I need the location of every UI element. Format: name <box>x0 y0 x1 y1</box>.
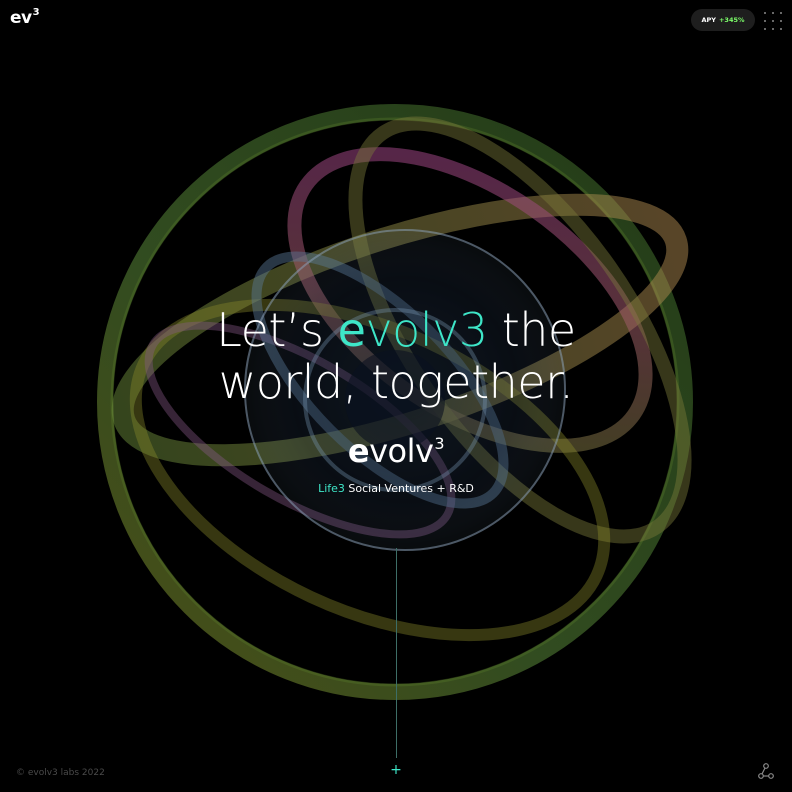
wordmark-bold: e <box>347 432 370 470</box>
grid-dots-icon[interactable] <box>764 12 782 30</box>
apy-badge[interactable]: APY +345% <box>691 9 755 31</box>
headline-line-2: world, together. <box>218 355 574 409</box>
headline-text-2: the <box>487 303 577 357</box>
headline-brand-first: e <box>337 303 366 357</box>
evolv3-wordmark: evolv3 <box>0 432 792 470</box>
menu-dot <box>772 20 774 22</box>
expand-plus-button[interactable]: + <box>389 763 403 777</box>
menu-dot <box>772 12 774 14</box>
apy-value: +345% <box>718 16 745 24</box>
tagline-accent: Life3 <box>318 482 345 495</box>
headline-brand-rest: volv3 <box>365 303 488 357</box>
apy-label: APY <box>701 16 716 24</box>
menu-dot <box>780 12 782 14</box>
site-logo[interactable]: ev3 <box>10 7 40 28</box>
menu-dot <box>772 28 774 30</box>
menu-dot <box>764 12 766 14</box>
logo-superscript: 3 <box>32 7 40 18</box>
scroll-line <box>396 548 397 758</box>
menu-dot <box>780 20 782 22</box>
menu-dot <box>764 28 766 30</box>
logo-text: ev <box>10 8 32 28</box>
share-icon[interactable] <box>757 762 775 780</box>
menu-dot <box>764 20 766 22</box>
wordmark-rest: volv <box>369 432 434 470</box>
hero-tagline: Life3 Social Ventures + R&D <box>0 482 792 495</box>
wordmark-superscript: 3 <box>434 434 445 453</box>
hero-headline: Let’s evolv3 the world, together. <box>0 304 792 408</box>
headline-brand: evolv3 <box>338 303 488 357</box>
tagline-rest: Social Ventures + R&D <box>344 482 474 495</box>
menu-dot <box>780 28 782 30</box>
headline-line-1: Let’s evolv3 the <box>0 304 792 356</box>
headline-text-1: Let’s <box>216 303 338 357</box>
copyright-text: © evolv3 labs 2022 <box>16 768 105 778</box>
